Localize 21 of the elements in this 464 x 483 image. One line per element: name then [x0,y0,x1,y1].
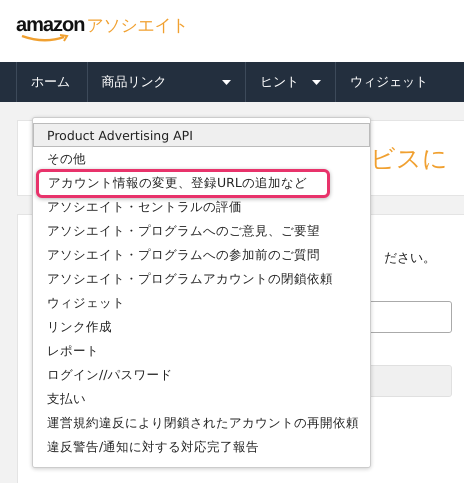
instruction-text: ださい。 [383,250,437,267]
nav-item[interactable]: ヒント [244,62,336,102]
menu-item[interactable]: アソシエイト・プログラムへの参加前のご質問 [33,243,370,267]
menu-item[interactable]: アソシエイト・プログラムアカウントの閉鎖依頼 [33,267,370,291]
nav-item[interactable]: 商品リンク [86,62,245,102]
menu-item[interactable]: ウィジェット [33,291,370,315]
menu-item[interactable]: リンク作成 [33,315,370,339]
menu-item[interactable]: レポート [33,339,370,363]
nav-item[interactable]: ウィジェット [335,62,464,102]
menu-item[interactable]: その他 [33,147,370,171]
menu-item[interactable]: 運営規約違反により閉鎖されたアカウントの再開依頼 [33,411,370,435]
page-title: ビスに [370,142,448,174]
menu-item[interactable]: Product Advertising API [33,123,370,147]
menu-item[interactable]: ログイン//パスワード [33,363,370,387]
nav-item[interactable]: ホーム [16,62,86,102]
menu-item[interactable]: アソシエイト・プログラムへのご意見、ご要望 [33,219,370,243]
menu-item[interactable]: アソシエイト・セントラルの評価 [33,195,370,219]
logo-suffix: アソシエイト [86,14,188,36]
brand-name: amazon [16,14,84,36]
menu-item[interactable]: 支払い [33,387,370,411]
menu-item[interactable]: 違反警告/通知に対する対応完了報告 [33,435,370,459]
